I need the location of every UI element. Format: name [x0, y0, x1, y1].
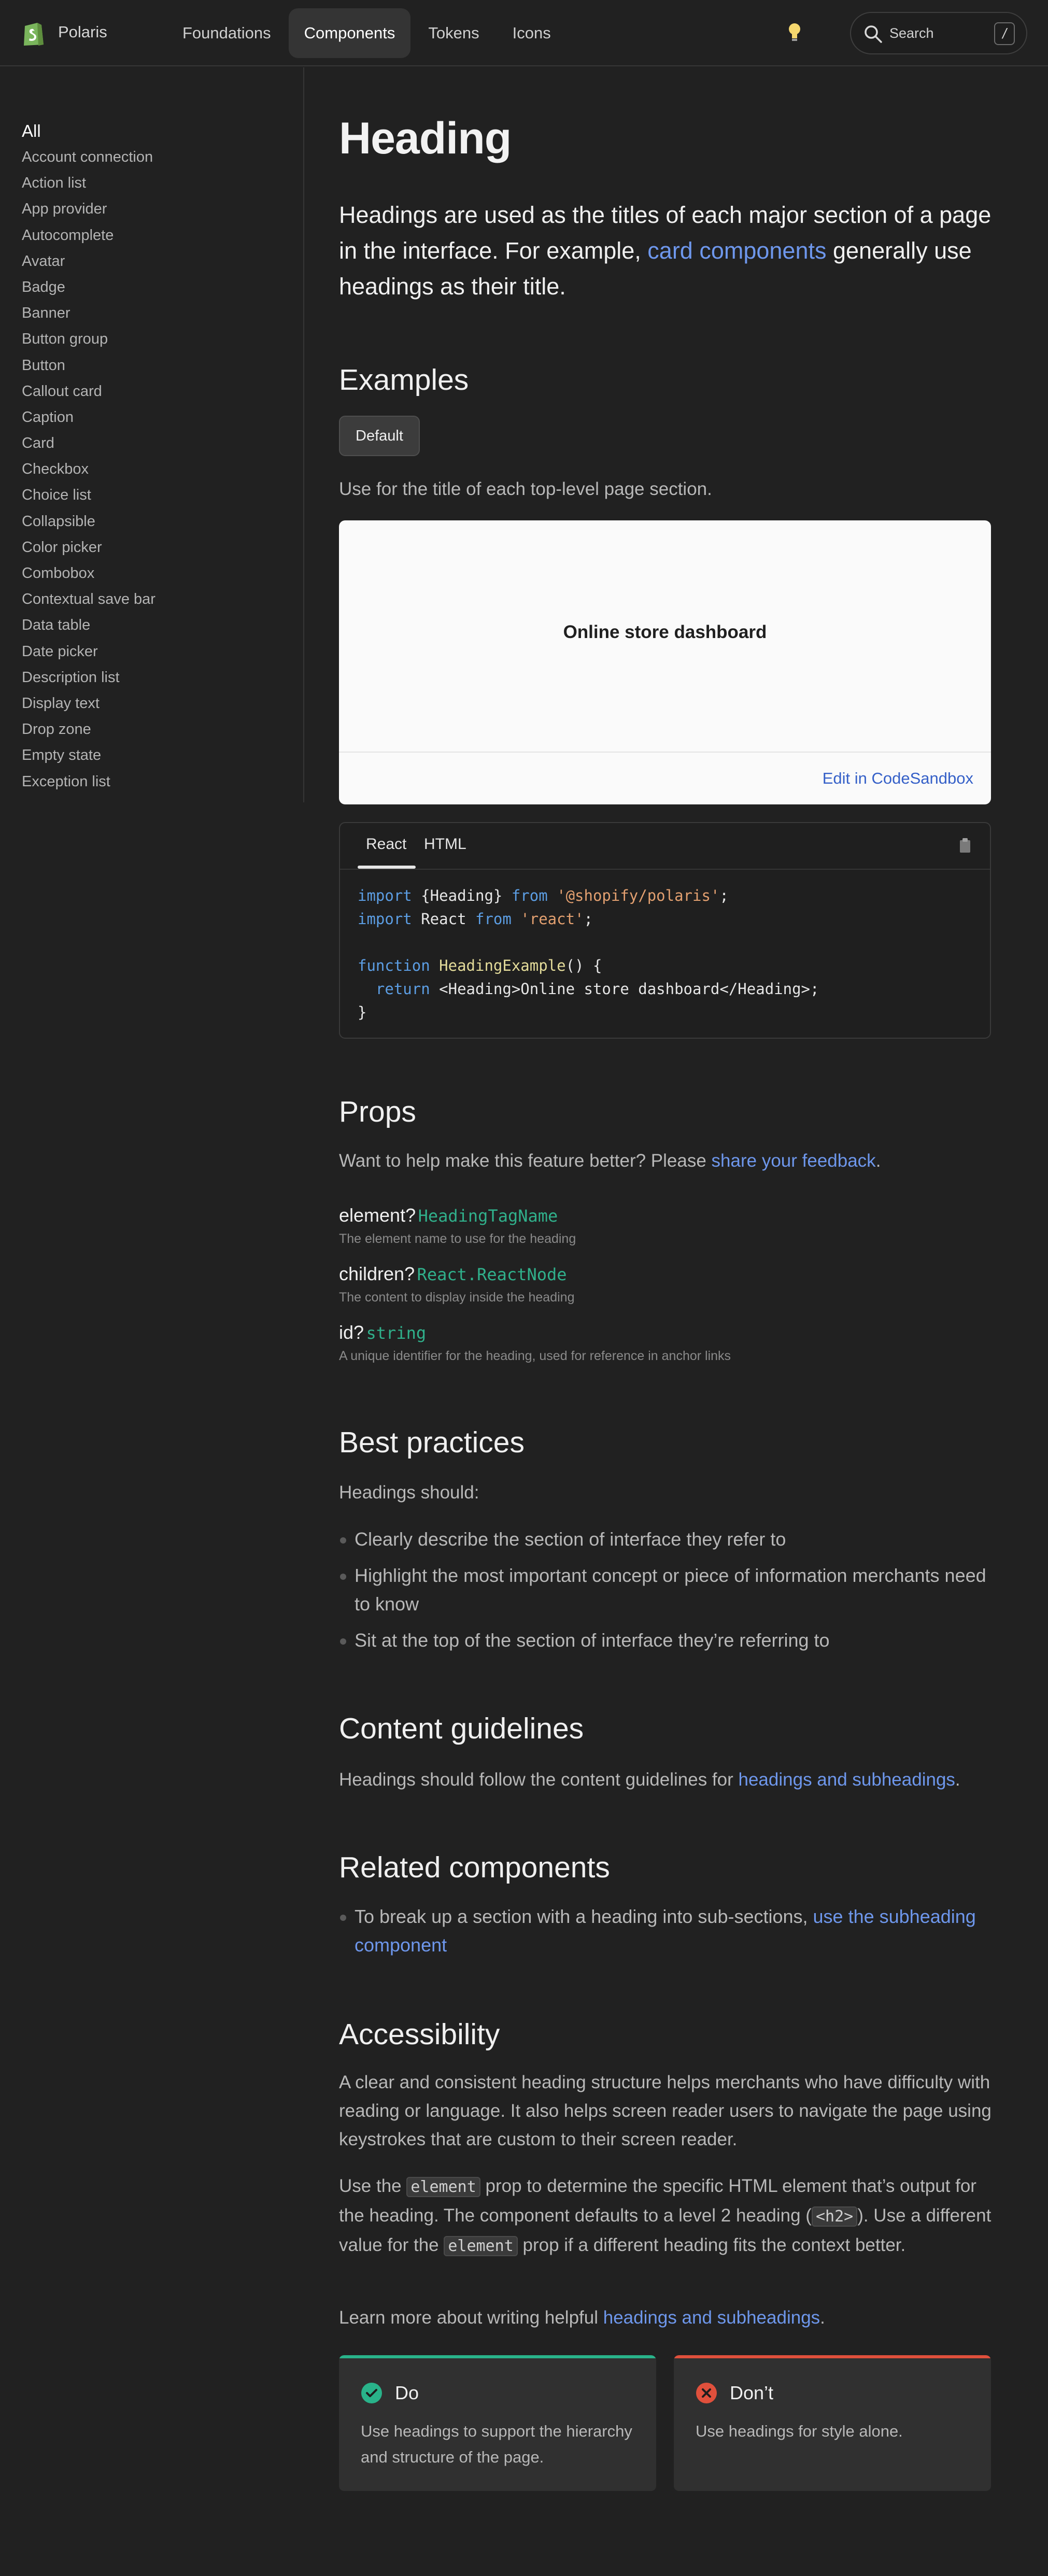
sidebar-item[interactable]: Description list [22, 664, 291, 690]
share-feedback-link[interactable]: share your feedback [712, 1151, 876, 1171]
nav-foundations[interactable]: Foundations [167, 8, 287, 58]
do-accent-bar [339, 2355, 656, 2358]
accessibility-p1: A clear and consistent heading structure… [339, 2072, 992, 2149]
dont-title: Don’t [730, 2382, 774, 2403]
active-tab-indicator [358, 866, 416, 869]
sidebar-item[interactable]: Date picker [22, 639, 291, 664]
sidebar-item[interactable]: Caption [22, 404, 291, 430]
sidebar-item[interactable]: Collapsible [22, 508, 291, 534]
list-item: Highlight the most important concept or … [339, 1561, 992, 1618]
sidebar-divider [303, 67, 304, 802]
props-feedback: Want to help make this feature better? P… [339, 1151, 881, 1171]
dont-accent-bar [674, 2355, 991, 2358]
search-shortcut-key: / [994, 22, 1015, 45]
sidebar-item[interactable]: Callout card [22, 378, 291, 404]
sidebar-item[interactable]: App provider [22, 196, 291, 222]
accessibility-heading: Accessibility [339, 2018, 500, 2051]
edit-in-codesandbox-link[interactable]: Edit in CodeSandbox [823, 769, 973, 788]
cross-circle-icon [696, 2383, 717, 2403]
code-example: React HTML import {Heading} from '@shopi… [339, 822, 991, 1039]
tab-html[interactable]: HTML [424, 836, 466, 853]
sidebar-item[interactable]: Autocomplete [22, 222, 291, 248]
headings-subheadings-link-2[interactable]: headings and subheadings [603, 2308, 820, 2328]
props-heading: Props [339, 1095, 416, 1128]
sidebar-item[interactable]: Action list [22, 170, 291, 196]
sidebar: All Account connection Action list App p… [22, 118, 291, 795]
nav-components[interactable]: Components [288, 8, 411, 58]
dont-text: Use headings for style alone. [696, 2422, 903, 2440]
prop-element: element? HeadingTagName The element name… [339, 1205, 576, 1246]
search-box[interactable]: Search / [850, 12, 1027, 54]
sidebar-item[interactable]: Empty state [22, 742, 291, 768]
headings-subheadings-link[interactable]: headings and subheadings [739, 1770, 955, 1790]
sidebar-item[interactable]: Combobox [22, 560, 291, 586]
accessibility-p3: Learn more about writing helpful heading… [339, 2308, 825, 2328]
code-tabs: React HTML [340, 823, 990, 870]
accessibility-p2: Use the element prop to determine the sp… [339, 2176, 992, 2256]
sidebar-item[interactable]: Display text [22, 690, 291, 716]
list-item: Clearly describe the section of interfac… [339, 1525, 992, 1553]
example-default-pill[interactable]: Default [339, 416, 420, 456]
dont-card: Don’t Use headings for style alone. [674, 2355, 991, 2491]
sidebar-item[interactable]: Avatar [22, 248, 291, 274]
sidebar-item[interactable]: Drop zone [22, 716, 291, 742]
do-text: Use headings to support the hierarchy an… [361, 2422, 632, 2466]
theme-toggle-bulb-icon[interactable] [787, 22, 802, 45]
inline-code: <h2> [811, 2206, 858, 2227]
sidebar-item[interactable]: Choice list [22, 482, 291, 508]
card-components-link[interactable]: card components [647, 237, 826, 264]
sidebar-item[interactable]: Banner [22, 300, 291, 326]
page-intro: Headings are used as the titles of each … [339, 202, 992, 300]
examples-heading: Examples [339, 363, 469, 397]
search-placeholder: Search [889, 25, 934, 41]
page-title: Heading [339, 114, 512, 163]
nav-tokens[interactable]: Tokens [413, 8, 494, 58]
list-item: To break up a section with a heading int… [339, 1902, 992, 1959]
do-card: Do Use headings to support the hierarchy… [339, 2355, 656, 2491]
do-title: Do [395, 2382, 419, 2403]
inline-code: element [406, 2177, 480, 2197]
example-description: Use for the title of each top-level page… [339, 479, 712, 499]
sidebar-item[interactable]: Button group [22, 326, 291, 352]
example-preview: Online store dashboard Edit in CodeSandb… [339, 520, 991, 804]
prop-id: id? string A unique identifier for the h… [339, 1322, 731, 1363]
content-guidelines-text: Headings should follow the content guide… [339, 1770, 960, 1790]
prop-children: children? React.ReactNode The content to… [339, 1263, 575, 1305]
code-block: import {Heading} from '@shopify/polaris'… [358, 887, 819, 1021]
related-list: To break up a section with a heading int… [339, 1902, 992, 1967]
preview-footer: Edit in CodeSandbox [339, 752, 991, 804]
nav-icons[interactable]: Icons [497, 8, 567, 58]
related-components-heading: Related components [339, 1851, 610, 1884]
best-practices-list: Clearly describe the section of interfac… [339, 1525, 992, 1662]
tab-react[interactable]: React [366, 836, 406, 853]
shopify-logo-icon[interactable] [22, 20, 45, 47]
top-navigation: Polaris Foundations Components Tokens Ic… [0, 0, 1048, 66]
sidebar-item[interactable]: Contextual save bar [22, 586, 291, 612]
copy-clipboard-icon[interactable] [959, 838, 971, 853]
search-icon [865, 25, 882, 43]
sidebar-item[interactable]: Badge [22, 274, 291, 300]
sidebar-item-all[interactable]: All [22, 118, 291, 144]
list-item: Sit at the top of the section of interfa… [339, 1626, 992, 1654]
best-practices-heading: Best practices [339, 1426, 525, 1459]
sidebar-item[interactable]: Color picker [22, 534, 291, 560]
sidebar-item[interactable]: Checkbox [22, 456, 291, 482]
sidebar-item[interactable]: Account connection [22, 144, 291, 170]
sidebar-item[interactable]: Card [22, 430, 291, 456]
brand-name[interactable]: Polaris [58, 23, 107, 41]
checkmark-circle-icon [361, 2383, 382, 2403]
sidebar-item[interactable]: Exception list [22, 769, 291, 795]
sidebar-item[interactable]: Button [22, 352, 291, 378]
inline-code: element [444, 2236, 518, 2256]
sidebar-item[interactable]: Data table [22, 612, 291, 638]
content-guidelines-heading: Content guidelines [339, 1712, 584, 1745]
best-practices-intro: Headings should: [339, 1482, 479, 1503]
primary-nav: Foundations Components Tokens Icons [167, 8, 569, 58]
preview-heading: Online store dashboard [563, 622, 767, 642]
